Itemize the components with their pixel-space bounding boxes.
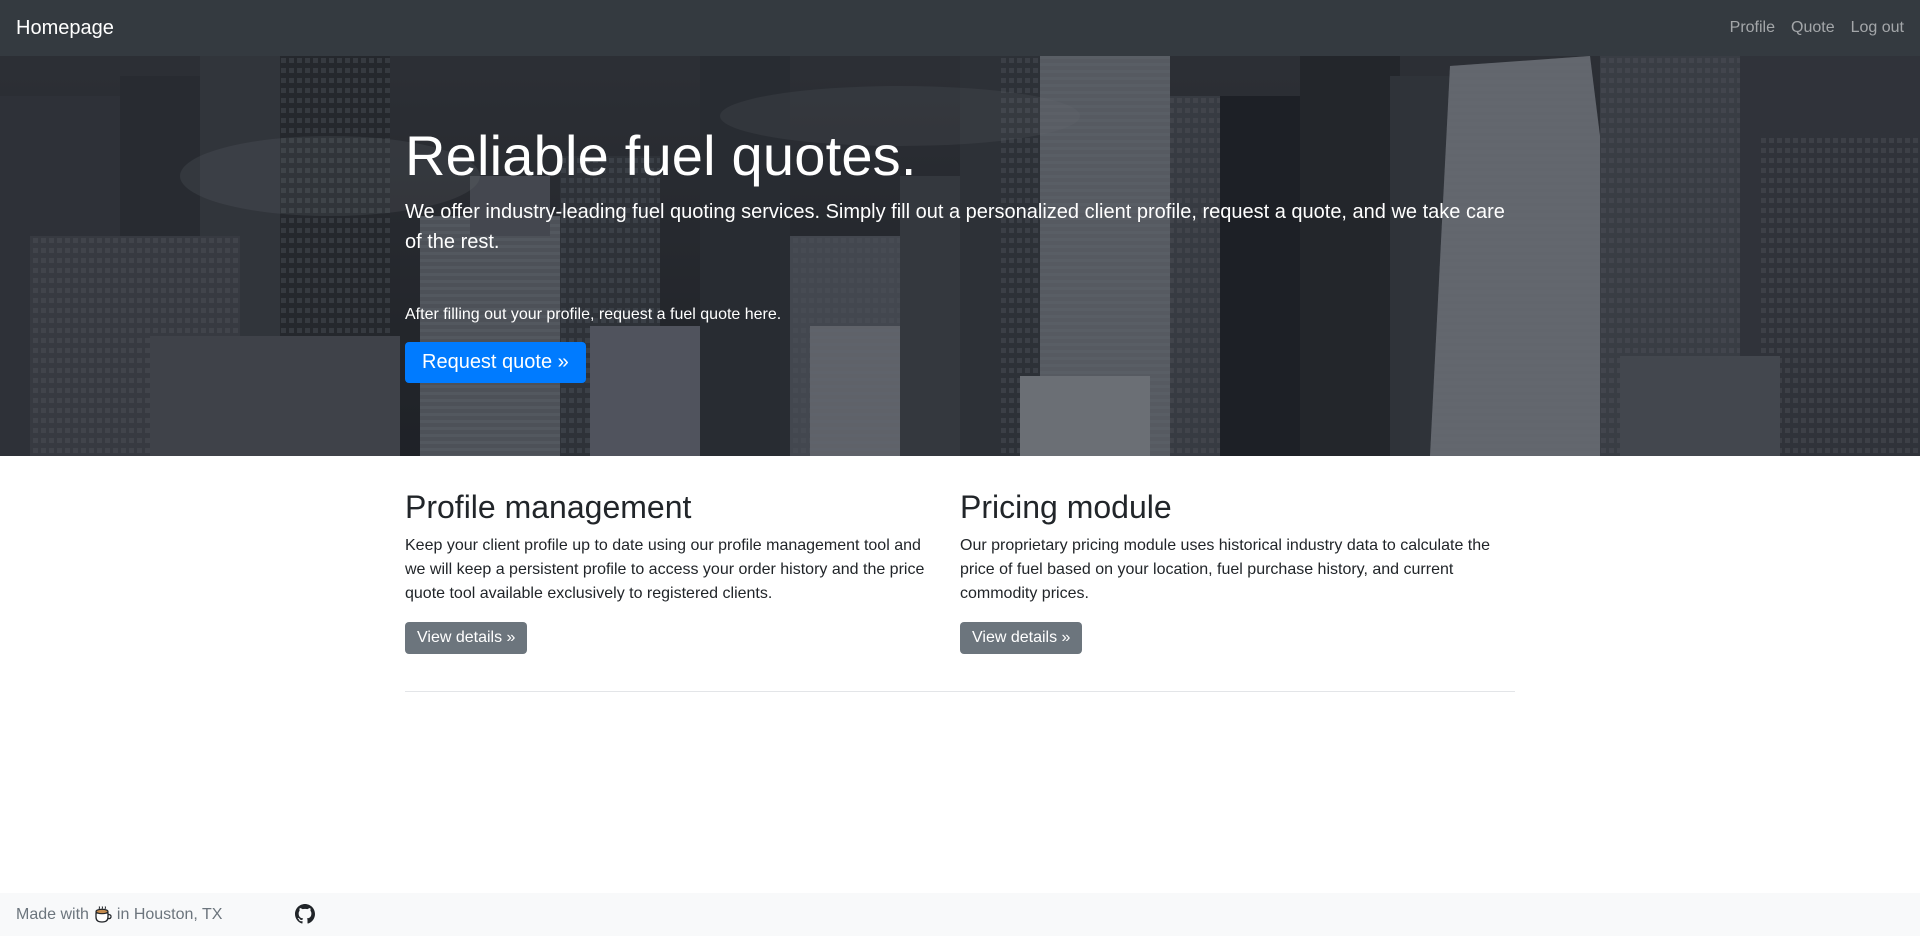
- nav-link-quote[interactable]: Quote: [1783, 19, 1843, 37]
- view-details-pricing-button[interactable]: View details »: [960, 622, 1083, 655]
- hero-lead: We offer industry-leading fuel quoting s…: [405, 201, 1505, 254]
- feature-profile-management: Profile management Keep your client prof…: [405, 488, 960, 655]
- feature-columns: Profile management Keep your client prof…: [405, 488, 1515, 655]
- nav-links: Profile Quote Log out: [1722, 19, 1904, 37]
- footer-location: in Houston, TX: [116, 905, 223, 923]
- view-details-profile-button[interactable]: View details »: [405, 622, 528, 655]
- footer-made-with: Made with: [16, 905, 89, 923]
- hero-title: Reliable fuel quotes.: [405, 124, 917, 187]
- top-navbar: Homepage Profile Quote Log out: [0, 0, 1920, 56]
- nav-link-profile[interactable]: Profile: [1722, 19, 1783, 37]
- feature-title: Profile management: [405, 489, 692, 525]
- hero-note: After filling out your profile, request …: [405, 306, 782, 324]
- feature-title: Pricing module: [960, 489, 1172, 525]
- github-icon[interactable]: [295, 904, 315, 924]
- hero-content: Reliable fuel quotes. We offer industry-…: [405, 122, 1515, 384]
- nav-link-logout[interactable]: Log out: [1843, 19, 1904, 37]
- feature-pricing-module: Pricing module Our proprietary pricing m…: [960, 488, 1515, 655]
- coffee-cup-icon: [93, 905, 113, 925]
- hero-jumbotron: Reliable fuel quotes. We offer industry-…: [0, 56, 1920, 456]
- footer: Made with in Houston, TX: [0, 893, 1920, 936]
- request-quote-button[interactable]: Request quote »: [405, 342, 586, 384]
- feature-text: Our proprietary pricing module uses hist…: [960, 537, 1491, 603]
- feature-text: Keep your client profile up to date usin…: [405, 537, 925, 603]
- brand-link[interactable]: Homepage: [16, 17, 114, 40]
- section-divider: [405, 691, 1515, 692]
